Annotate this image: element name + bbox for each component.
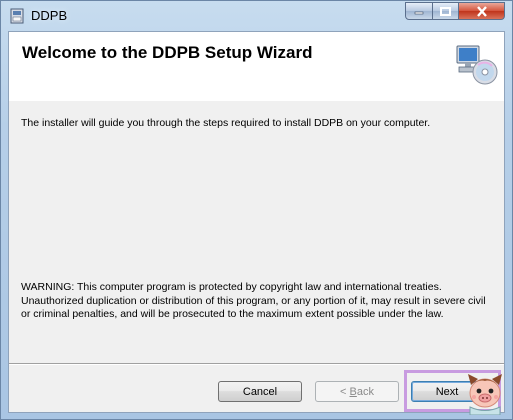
cancel-button[interactable]: Cancel [218,381,302,402]
close-button[interactable] [458,2,505,20]
installer-window: DDPB Welcome to the DDPB Setup Wizard Th… [0,0,513,420]
button-divider-highlight [9,364,504,365]
minimize-icon [414,11,424,15]
copyright-warning: WARNING: This computer program is protec… [21,281,486,320]
maximize-button[interactable] [432,2,459,20]
maximize-icon [440,6,451,16]
title-bar[interactable]: DDPB [1,1,512,31]
wizard-banner: Welcome to the DDPB Setup Wizard [9,32,504,101]
pig-mascot-watermark [468,374,502,415]
minimize-button[interactable] [405,2,433,20]
wizard-client-area: Welcome to the DDPB Setup Wizard The ins… [8,31,505,413]
banner-divider [9,100,504,101]
close-icon [476,5,487,17]
installer-app-icon [10,8,24,24]
back-label: < Back [340,385,374,398]
next-label: Next [435,385,459,398]
intro-text: The installer will guide you through the… [21,117,431,129]
back-button[interactable]: < Back [315,381,399,402]
window-title: DDPB [31,8,68,23]
wizard-title: Welcome to the DDPB Setup Wizard [22,43,313,62]
cancel-label: Cancel [242,385,278,398]
computer-cd-icon [456,45,498,85]
